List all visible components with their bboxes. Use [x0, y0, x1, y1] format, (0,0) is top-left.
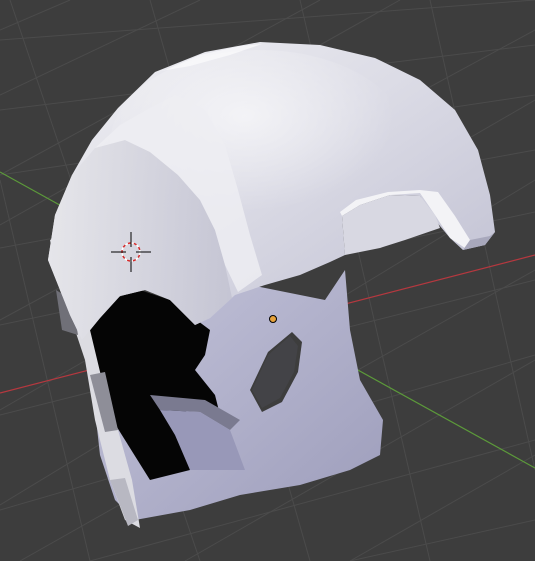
3d-viewport[interactable] [0, 0, 535, 561]
viewport-canvas[interactable] [0, 0, 535, 561]
helmet-mesh[interactable] [48, 42, 495, 528]
object-origin-point[interactable] [269, 315, 277, 323]
